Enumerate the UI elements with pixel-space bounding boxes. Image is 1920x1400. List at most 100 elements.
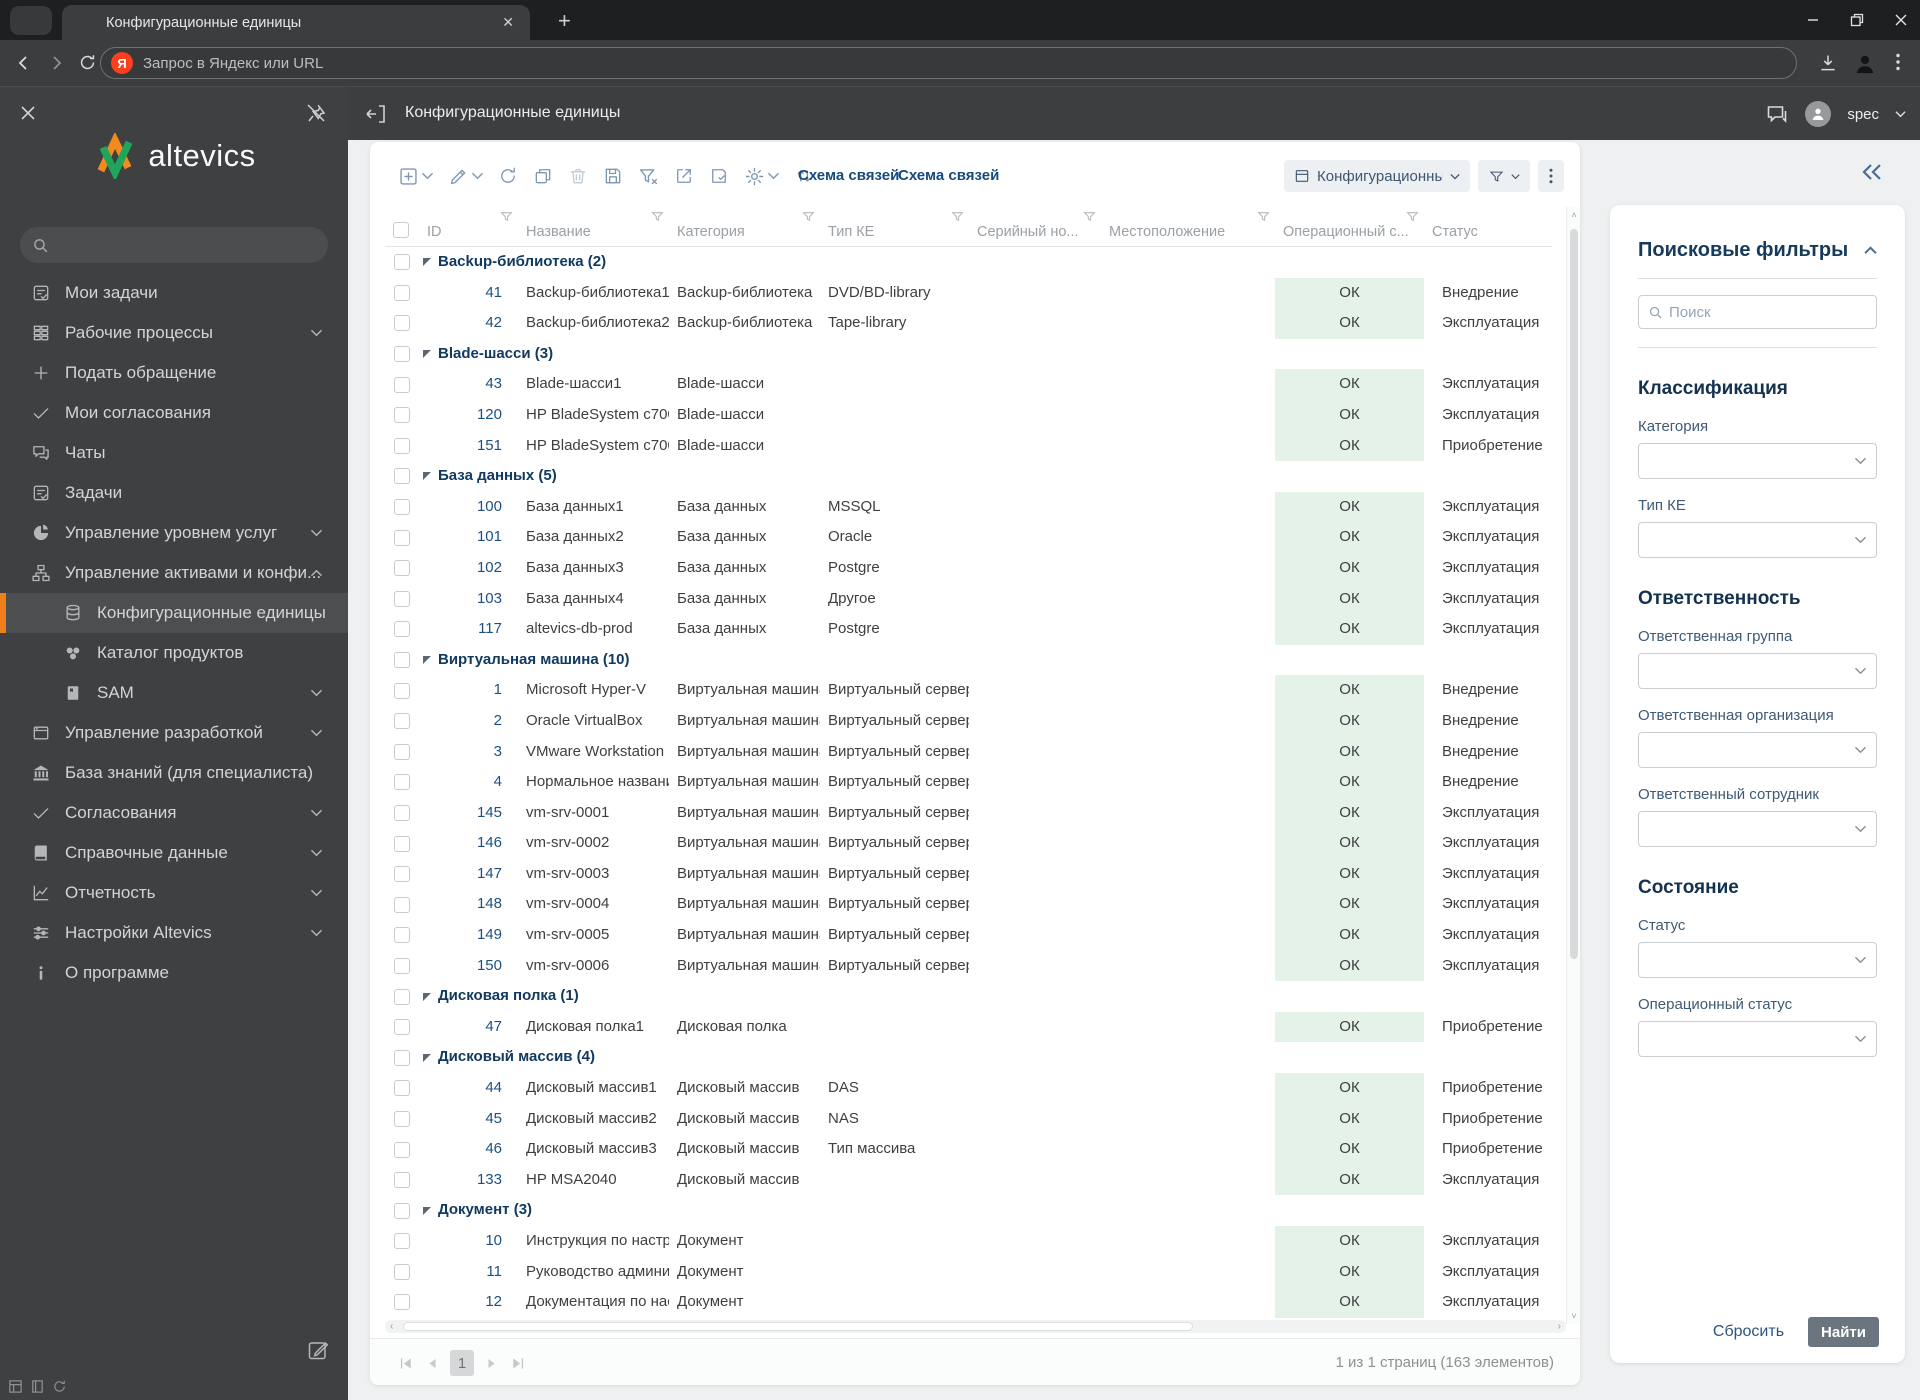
group-row[interactable]: Backup-библиотека (2) — [385, 247, 1552, 278]
last-page-icon[interactable] — [509, 1355, 526, 1372]
sidebar-search-input[interactable] — [49, 236, 289, 254]
row-checkbox[interactable] — [394, 743, 410, 760]
export-button[interactable] — [674, 166, 694, 186]
column-header[interactable]: Категория — [669, 207, 820, 247]
table-row[interactable]: 117 altevics-db-prod База данных Postgre ОК Э… — [385, 614, 1552, 645]
row-checkbox[interactable] — [394, 774, 410, 791]
row-checkbox[interactable] — [394, 713, 410, 730]
group-row[interactable]: Blade-шасси (3) — [385, 339, 1552, 370]
tab-search-button[interactable] — [10, 6, 52, 35]
sidebar-close-icon[interactable] — [18, 103, 38, 123]
new-tab-button[interactable]: + — [558, 8, 571, 34]
row-checkbox[interactable] — [394, 407, 410, 424]
scroll-down-icon[interactable]: ˅ — [1567, 1311, 1581, 1321]
schema-link-2[interactable]: Схема связей — [898, 167, 999, 184]
row-checkbox[interactable] — [394, 652, 410, 669]
user-avatar[interactable] — [1805, 101, 1832, 127]
group-row[interactable]: Документ (3) — [385, 1195, 1552, 1226]
group-collapse-icon[interactable] — [423, 656, 431, 665]
group-collapse-icon[interactable] — [423, 472, 431, 481]
row-checkbox[interactable] — [394, 804, 410, 821]
table-row[interactable]: 1 Microsoft Hyper-V Виртуальная машина Вирт… — [385, 675, 1552, 706]
sidebar-item[interactable]: О программе — [0, 953, 348, 993]
add-button[interactable] — [398, 166, 433, 187]
table-row[interactable]: 45 Дисковый массив2 Дисковый массив NAS ОК Пр… — [385, 1103, 1552, 1135]
sidebar-item[interactable]: Задачи — [0, 473, 348, 513]
sidebar-item[interactable]: Управление разработкой — [0, 713, 348, 753]
edit-button[interactable] — [448, 166, 483, 187]
row-checkbox[interactable] — [394, 1172, 410, 1189]
window-close-button[interactable] — [1894, 13, 1908, 27]
table-row[interactable]: 103 База данных4 База данных Другое ОК Эксплу… — [385, 583, 1552, 615]
table-row[interactable]: 146 vm-srv-0002 Виртуальная машина Виртуаль… — [385, 828, 1552, 859]
table-row[interactable]: 10 Инструкция по настройке Документ ОК Экспл… — [385, 1226, 1552, 1257]
column-header[interactable]: Местоположение — [1101, 207, 1275, 247]
group-collapse-icon[interactable] — [423, 258, 431, 267]
browser-menu-icon[interactable] — [1896, 53, 1900, 71]
vertical-scrollbar[interactable]: ˄ ˅ — [1566, 207, 1580, 1324]
user-menu-chevron-icon[interactable] — [1895, 110, 1906, 118]
sidebar-item[interactable]: Управление активами и конфи... — [0, 553, 348, 593]
table-row[interactable]: 12 Документация по настройке Документ ОК Экс… — [385, 1287, 1552, 1318]
status-refresh-icon[interactable] — [52, 1379, 67, 1394]
filter-select[interactable] — [1638, 732, 1877, 768]
sidebar-item[interactable]: Подать обращение — [0, 353, 348, 393]
sidebar-item[interactable]: Настройки Altevics — [0, 913, 348, 953]
table-row[interactable]: 3 VMware Workstation Виртуальная машина Вир… — [385, 736, 1552, 768]
scroll-right-icon[interactable]: › — [1558, 1320, 1561, 1333]
row-checkbox[interactable] — [394, 376, 410, 393]
filter-search-input[interactable] — [1669, 303, 1849, 321]
collapse-filters-icon[interactable] — [1858, 160, 1886, 184]
column-header[interactable]: Название — [518, 207, 669, 247]
table-row[interactable]: 151 HP BladeSystem c700 Blade-шасси ОК Приоб… — [385, 430, 1552, 462]
sidebar-item[interactable]: SAM — [0, 673, 348, 713]
row-checkbox[interactable] — [394, 988, 410, 1005]
address-bar[interactable]: Я Запрос в Яндекс или URL — [100, 47, 1797, 79]
filter-select[interactable] — [1638, 653, 1877, 689]
row-checkbox[interactable] — [394, 499, 410, 516]
table-row[interactable]: 47 Дисковая полка1 Дисковая полка ОК Приобре… — [385, 1011, 1552, 1043]
group-row[interactable]: Виртуальная машина (10) — [385, 645, 1552, 676]
row-checkbox[interactable] — [394, 284, 410, 301]
column-filter-icon[interactable] — [1083, 210, 1096, 223]
sidebar-item[interactable]: Согласования — [0, 793, 348, 833]
sidebar-item[interactable]: Чаты — [0, 433, 348, 473]
back-button[interactable] — [14, 53, 34, 73]
table-row[interactable]: 42 Backup-библиотека2 Backup-библиотека Tap… — [385, 308, 1552, 339]
table-row[interactable]: 41 Backup-библиотека1 Backup-библиотека DVD… — [385, 277, 1552, 309]
table-row[interactable]: 11 Руководство администратора Документ ОК Эк… — [385, 1256, 1552, 1288]
row-checkbox[interactable] — [394, 1263, 410, 1280]
chevron-up-icon[interactable] — [1864, 246, 1877, 255]
column-filter-icon[interactable] — [951, 210, 964, 223]
table-row[interactable]: 102 База данных3 База данных Postgre ОК Экспл… — [385, 552, 1552, 584]
page-number[interactable]: 1 — [450, 1350, 474, 1376]
group-collapse-icon[interactable] — [423, 992, 431, 1001]
status-panel-icon[interactable] — [30, 1379, 45, 1394]
table-row[interactable]: 120 HP BladeSystem c700 Blade-шасси ОК Экспл… — [385, 399, 1552, 431]
find-button[interactable]: Найти — [1808, 1317, 1879, 1347]
compose-icon[interactable] — [306, 1338, 330, 1362]
save-button[interactable] — [603, 166, 623, 186]
collapse-panel-icon[interactable] — [364, 102, 388, 126]
sidebar-item[interactable]: Рабочие процессы — [0, 313, 348, 353]
scroll-up-icon[interactable]: ˄ — [1567, 210, 1581, 220]
forward-button[interactable] — [46, 53, 66, 73]
chat-header-icon[interactable] — [1765, 102, 1789, 126]
group-collapse-icon[interactable] — [423, 1053, 431, 1062]
table-row[interactable]: 148 vm-srv-0004 Виртуальная машина Виртуаль… — [385, 889, 1552, 921]
column-filter-icon[interactable] — [1406, 210, 1419, 223]
previous-page-icon[interactable] — [425, 1356, 440, 1371]
group-row[interactable]: База данных (5) — [385, 461, 1552, 492]
settings-button[interactable] — [744, 166, 779, 187]
row-checkbox[interactable] — [394, 682, 410, 699]
sidebar-item[interactable]: Каталог продуктов — [0, 633, 348, 673]
filter-select[interactable] — [1638, 942, 1877, 978]
column-filter-icon[interactable] — [1257, 210, 1270, 223]
table-row[interactable]: 150 vm-srv-0006 Виртуальная машина Виртуаль… — [385, 950, 1552, 982]
row-checkbox[interactable] — [394, 437, 410, 454]
scroll-left-icon[interactable]: ‹ — [390, 1320, 393, 1333]
row-checkbox[interactable] — [394, 896, 410, 913]
delete-button[interactable] — [568, 166, 588, 186]
row-checkbox[interactable] — [394, 866, 410, 883]
row-checkbox[interactable] — [394, 346, 410, 363]
